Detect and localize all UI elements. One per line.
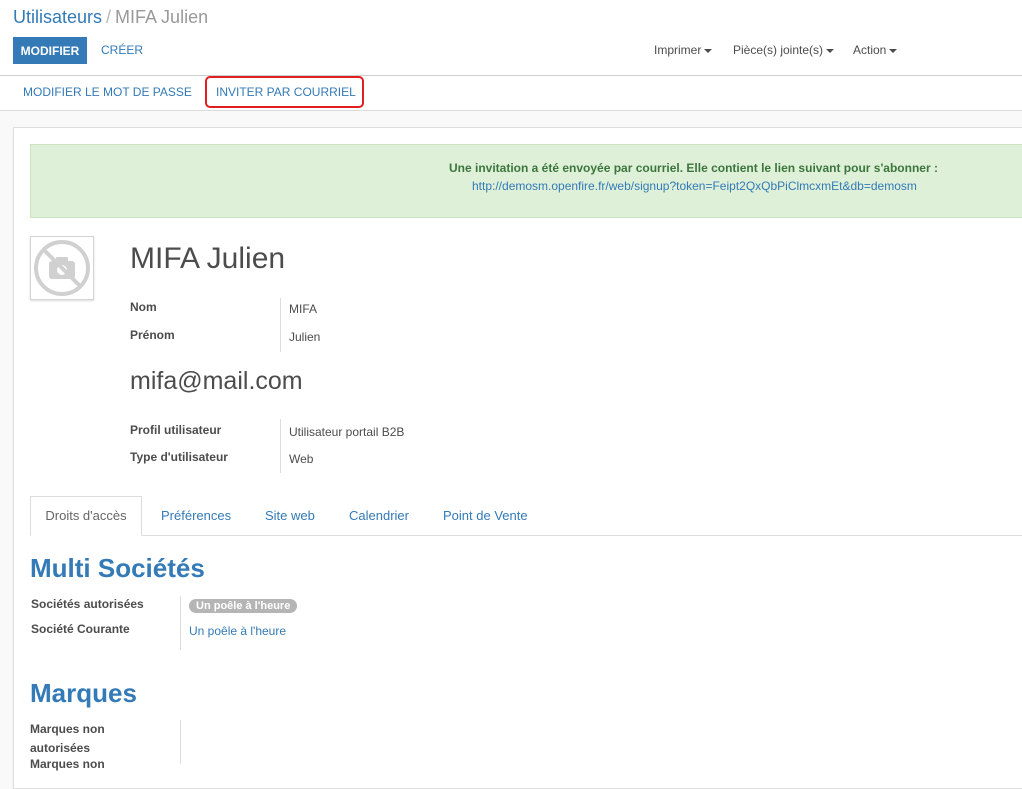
action-label: Action bbox=[853, 43, 887, 57]
breadcrumb: Utilisateurs / MIFA Julien bbox=[13, 7, 208, 28]
tab-point-of-sale[interactable]: Point de Vente bbox=[443, 508, 528, 523]
next-brands-label: Marques non bbox=[30, 757, 105, 771]
caret-down-icon bbox=[826, 48, 835, 53]
print-label: Imprimer bbox=[654, 43, 702, 57]
field-divider bbox=[280, 298, 281, 352]
caret-down-icon bbox=[889, 48, 898, 53]
tabs-divider bbox=[30, 535, 1022, 536]
tab-website[interactable]: Site web bbox=[265, 508, 315, 523]
edit-button[interactable]: MODIFIER bbox=[13, 37, 87, 64]
unauthorized-brands-label-line2: autorisées bbox=[30, 741, 91, 755]
tab-preferences[interactable]: Préférences bbox=[161, 508, 231, 523]
tab-calendar[interactable]: Calendrier bbox=[349, 508, 409, 523]
profil-value[interactable]: Utilisateur portail B2B bbox=[289, 425, 404, 439]
current-company-label: Société Courante bbox=[31, 622, 130, 636]
caret-down-icon bbox=[704, 48, 713, 53]
breadcrumb-current: MIFA Julien bbox=[115, 7, 209, 27]
tab-access-rights[interactable]: Droits d'accès bbox=[30, 496, 142, 536]
no-photo-icon bbox=[34, 240, 90, 296]
attachments-label: Pièce(s) jointe(s) bbox=[733, 43, 824, 57]
action-dropdown[interactable]: Action bbox=[853, 43, 898, 57]
unauthorized-brands-label-line1: Marques non bbox=[30, 722, 105, 736]
type-value[interactable]: Web bbox=[289, 452, 313, 466]
signup-link[interactable]: http://demosm.openfire.fr/web/signup?tok… bbox=[472, 179, 917, 193]
invite-by-email-button[interactable]: INVITER PAR COURRIEL bbox=[216, 85, 356, 99]
change-password-button[interactable]: MODIFIER LE MOT DE PASSE bbox=[23, 85, 192, 99]
nom-value[interactable]: MIFA bbox=[289, 302, 317, 316]
nom-label: Nom bbox=[130, 300, 157, 314]
user-full-name[interactable]: MIFA Julien bbox=[130, 242, 285, 276]
invitation-alert: Une invitation a été envoyée par courrie… bbox=[30, 144, 1022, 218]
attachments-dropdown[interactable]: Pièce(s) jointe(s) bbox=[733, 43, 835, 57]
control-panel: Utilisateurs / MIFA Julien MODIFIER CRÉER … bbox=[0, 0, 1022, 76]
user-email[interactable]: mifa@mail.com bbox=[130, 367, 303, 396]
allowed-company-tag[interactable]: Un poêle à l'heure bbox=[189, 599, 298, 613]
form-statusbar: MODIFIER LE MOT DE PASSE INVITER PAR COU… bbox=[0, 76, 1022, 111]
breadcrumb-separator: / bbox=[106, 7, 112, 27]
create-button[interactable]: CRÉER bbox=[101, 43, 143, 57]
profil-label: Profil utilisateur bbox=[130, 423, 222, 437]
prenom-label: Prénom bbox=[130, 328, 175, 342]
allowed-companies-label: Sociétés autorisées bbox=[31, 597, 144, 611]
avatar[interactable] bbox=[30, 236, 94, 300]
current-company-link[interactable]: Un poêle à l'heure bbox=[189, 624, 286, 638]
breadcrumb-users-link[interactable]: Utilisateurs bbox=[13, 7, 102, 27]
field-divider bbox=[180, 596, 181, 650]
prenom-value[interactable]: Julien bbox=[289, 330, 320, 344]
print-dropdown[interactable]: Imprimer bbox=[654, 43, 713, 57]
field-divider bbox=[280, 419, 281, 473]
field-divider bbox=[180, 720, 181, 764]
alert-message: Une invitation a été envoyée par courrie… bbox=[449, 161, 938, 175]
brands-title: Marques bbox=[30, 678, 137, 708]
type-label: Type d'utilisateur bbox=[130, 450, 228, 464]
multi-companies-title: Multi Sociétés bbox=[30, 553, 205, 583]
